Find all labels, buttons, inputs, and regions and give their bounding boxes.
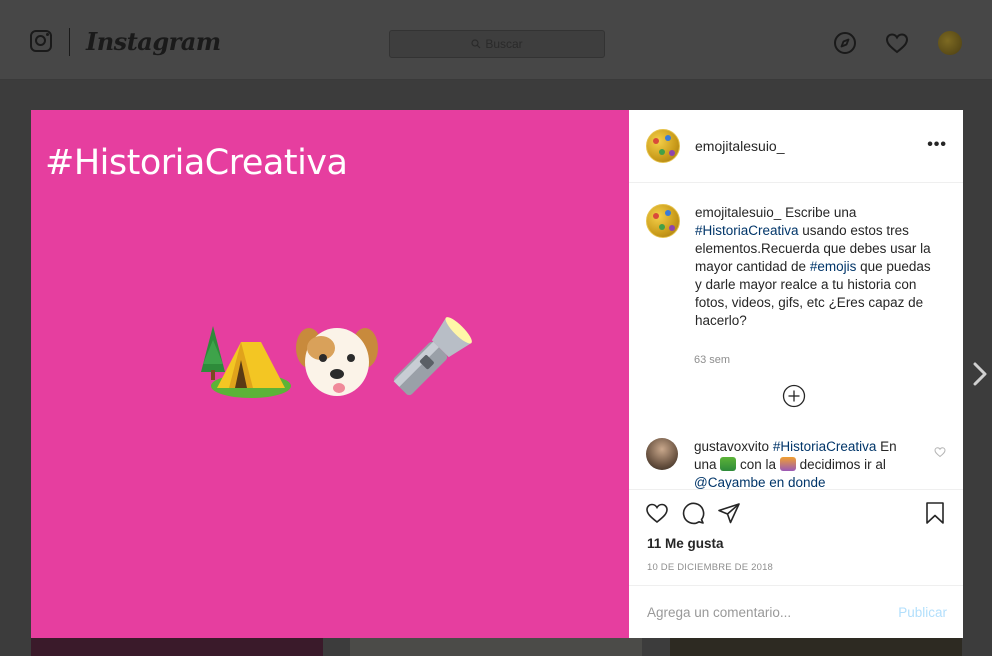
next-post-arrow-icon[interactable] (972, 360, 988, 388)
post-actions: 11 Me gusta 10 DE DICIEMBRE DE 2018 (629, 489, 963, 585)
caption-time-row: 63 sem (678, 354, 730, 366)
post-side-panel: emojitalesuio_ ••• emojitalesuio_ Escrib… (629, 110, 963, 638)
flashlight-icon (393, 317, 472, 396)
caption-username[interactable]: emojitalesuio_ (695, 205, 781, 220)
load-more-comments-icon[interactable] (782, 384, 806, 408)
like-comment-heart-icon[interactable] (934, 446, 946, 458)
grid-thumbnail[interactable] (670, 638, 962, 656)
action-icons (645, 501, 741, 525)
caption-hashtag-emojis[interactable]: #emojis (810, 259, 857, 274)
author-username[interactable]: emojitalesuio_ (695, 138, 785, 154)
heart-icon[interactable] (885, 31, 909, 55)
post-caption: emojitalesuio_ Escribe una #HistoriaCrea… (646, 204, 935, 330)
post-header: emojitalesuio_ ••• (629, 110, 963, 183)
caption-text: emojitalesuio_ Escribe una #HistoriaCrea… (695, 204, 935, 330)
emoji-row (199, 314, 475, 406)
comment-mention[interactable]: @Cayambe en donde (694, 475, 826, 489)
comment-text: gustavoxvito #HistoriaCreativa En una co… (694, 438, 914, 489)
grid-thumbnail[interactable] (350, 638, 642, 656)
caption-author-avatar[interactable] (646, 204, 680, 238)
caption-hashtag-historiacreativa[interactable]: #HistoriaCreativa (695, 223, 799, 238)
commenter-avatar[interactable] (646, 438, 678, 470)
person-emoji-icon (720, 457, 737, 471)
comment-text-2: con la (736, 457, 780, 472)
post-modal: #HistoriaCreativa emojitalesuio_ ••• emo… (31, 110, 963, 638)
comment-hashtag[interactable]: #HistoriaCreativa (773, 439, 877, 454)
media-title: #HistoriaCreativa (45, 143, 348, 183)
publish-button[interactable]: Publicar (898, 605, 947, 620)
grid-thumbnail[interactable] (31, 638, 323, 656)
likes-count[interactable]: 11 Me gusta (647, 536, 724, 551)
author-avatar[interactable] (646, 129, 680, 163)
camping-tent-icon (201, 326, 291, 398)
search-placeholder: Buscar (485, 37, 523, 51)
top-navigation-bar: Instagram Buscar (0, 0, 992, 80)
search-icon (471, 39, 481, 49)
logo-divider (69, 28, 70, 56)
post-media[interactable]: #HistoriaCreativa (31, 110, 629, 638)
instagram-logo[interactable]: Instagram (86, 27, 221, 56)
comment-item: gustavoxvito #HistoriaCreativa En una co… (646, 438, 946, 489)
caption-text-1: Escribe una (781, 205, 857, 220)
caption-timestamp[interactable]: 63 sem (694, 354, 730, 366)
share-send-icon[interactable] (717, 501, 741, 525)
post-date[interactable]: 10 DE DICIEMBRE DE 2018 (647, 562, 773, 573)
like-heart-icon[interactable] (645, 501, 669, 525)
dog-face-icon (296, 328, 378, 396)
comments-section: emojitalesuio_ Escribe una #HistoriaCrea… (629, 184, 963, 489)
more-options-icon[interactable]: ••• (927, 136, 947, 154)
save-bookmark-icon[interactable] (923, 501, 947, 525)
commenter-username[interactable]: gustavoxvito (694, 439, 769, 454)
profile-avatar[interactable] (938, 31, 962, 55)
add-comment-bar: Publicar (629, 585, 963, 638)
comment-text-3: decidimos ir al (795, 457, 886, 472)
comment-bubble-icon[interactable] (681, 501, 705, 525)
instagram-glyph-icon[interactable] (30, 30, 52, 52)
compass-icon[interactable] (833, 31, 857, 55)
comment-input[interactable] (647, 604, 877, 620)
family-emoji-icon (779, 457, 796, 471)
search-input[interactable]: Buscar (389, 30, 605, 58)
